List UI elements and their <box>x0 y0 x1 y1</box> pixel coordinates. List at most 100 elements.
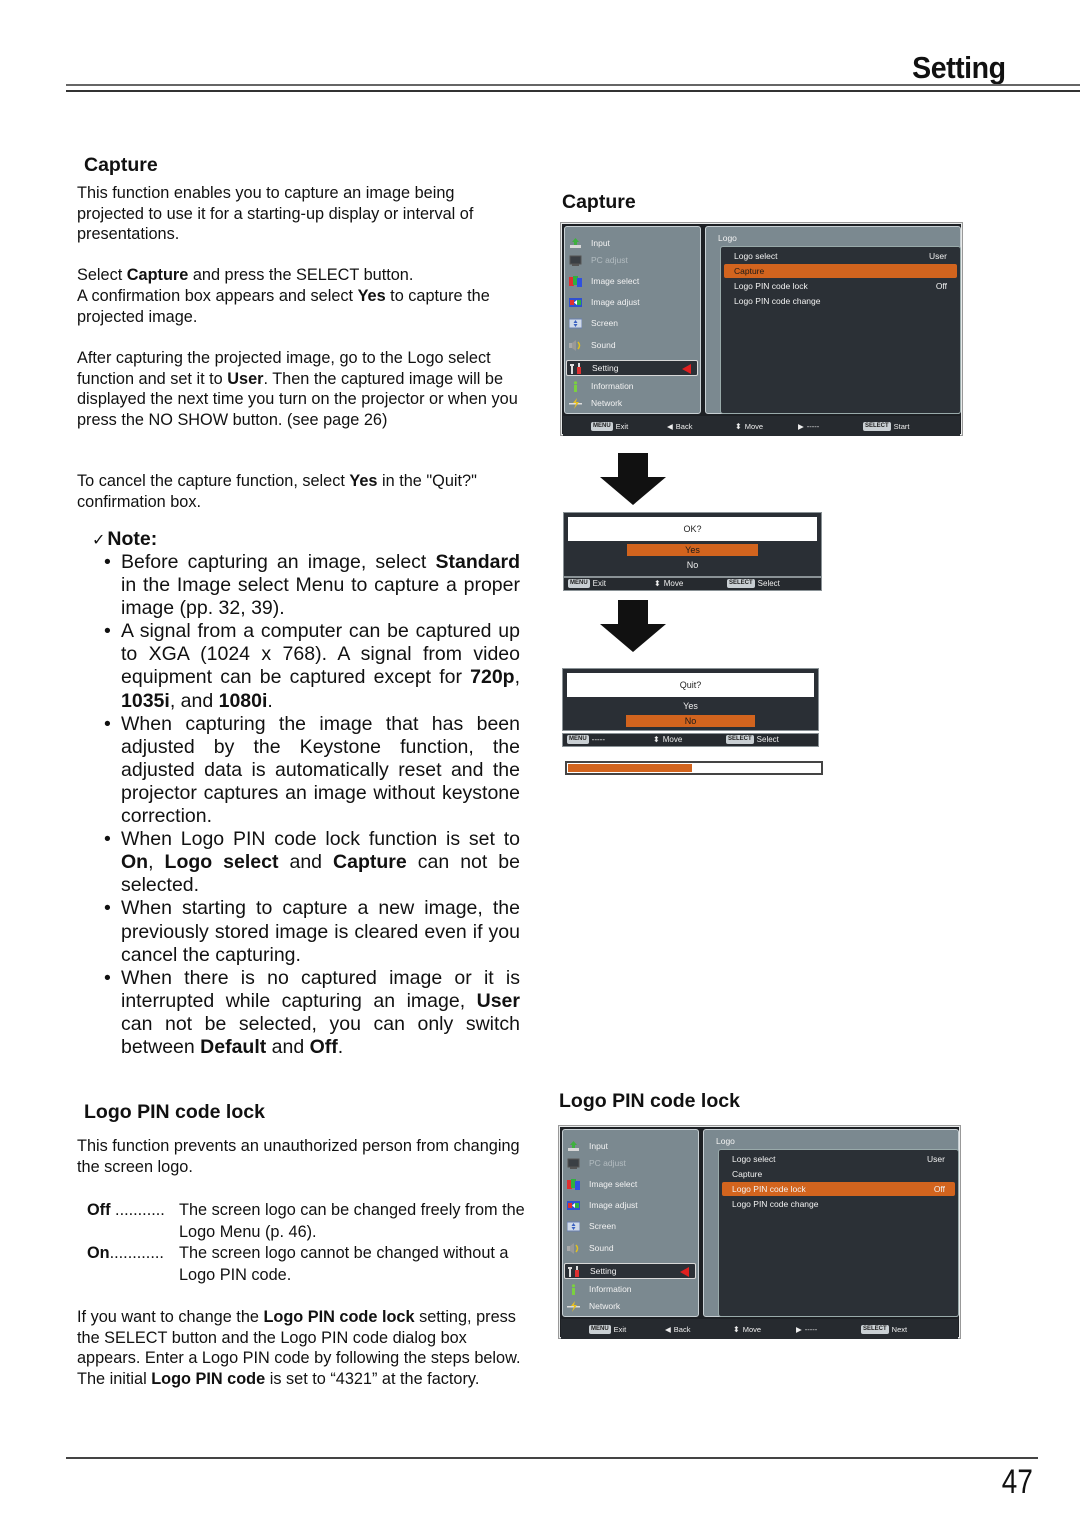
capture-progress-bar <box>565 761 823 775</box>
main-menu-item-pc-adjust[interactable]: PC adjust <box>567 1155 626 1171</box>
main-menu-item-image-select[interactable]: Image select <box>567 1176 637 1192</box>
submenu-item-capture[interactable]: Capture <box>722 1167 955 1181</box>
header-rule <box>66 84 1080 86</box>
selection-arrow-icon <box>680 1267 689 1277</box>
submenu-item-logo-pin-code-change[interactable]: Logo PIN code change <box>722 1197 955 1211</box>
main-menu-item-information[interactable]: Information <box>569 378 634 394</box>
footer-label: ----- <box>804 1324 818 1334</box>
submenu-title: Logo <box>716 1136 735 1146</box>
main-menu-item-sound[interactable]: Sound <box>567 1240 614 1256</box>
menu-key-icon: MENU <box>591 421 613 431</box>
capture-section-title: Capture <box>84 154 158 176</box>
footer-label: Start <box>893 421 910 431</box>
submenu-item-value: User <box>929 251 947 261</box>
main-menu-item-image-select[interactable]: Image select <box>569 273 639 289</box>
main-menu-item-network[interactable]: Network <box>569 395 622 411</box>
pin-figure-title: Logo PIN code lock <box>559 1090 740 1112</box>
submenu-item-label: Logo select <box>732 1154 776 1164</box>
dialog-no-option[interactable]: No <box>626 715 755 727</box>
select-key-icon: SELECT <box>863 421 891 431</box>
footer-label: Next <box>891 1324 908 1334</box>
footer-label: Back <box>675 421 693 431</box>
submenu-item-logo-pin-code-lock[interactable]: Logo PIN code lock Off <box>724 279 957 293</box>
submenu-item-logo-pin-code-change[interactable]: Logo PIN code change <box>724 294 957 308</box>
capture-paragraph: This function enables you to capture an … <box>77 184 474 244</box>
footer-left: ----- <box>591 735 605 744</box>
submenu-title: Logo <box>718 233 737 243</box>
selection-arrow-icon <box>682 364 691 374</box>
dialog-yes-option[interactable]: Yes <box>627 544 758 556</box>
main-menu-item-information[interactable]: Information <box>567 1281 632 1297</box>
main-menu-item-sound[interactable]: Sound <box>569 337 616 353</box>
note-label: Note: <box>107 528 158 550</box>
ok-dialog: OK? Yes No <box>563 512 822 577</box>
submenu-list: Logo select User Capture Logo PIN code lock… <box>720 246 961 414</box>
footer-right: ▶ ----- <box>798 422 819 431</box>
main-menu-item-image-adjust[interactable]: Image adjust <box>569 294 640 310</box>
network-icon <box>567 1300 580 1312</box>
footer-back: ◀ Back <box>667 422 692 431</box>
footer-right: ▶ ----- <box>796 1325 817 1334</box>
footer-label: Move <box>744 421 764 431</box>
main-menu-item-network[interactable]: Network <box>567 1298 620 1314</box>
quit-dialog: Quit? Yes No <box>562 668 819 731</box>
menu-key-icon: MENU <box>589 1324 611 1334</box>
main-menu-item-image-adjust[interactable]: Image adjust <box>567 1197 638 1213</box>
image-adjust-icon <box>569 297 582 308</box>
main-menu-item-screen[interactable]: Screen <box>568 315 618 331</box>
information-icon <box>569 380 582 392</box>
submenu-item-value: User <box>927 1154 945 1164</box>
right-arrow-icon: ▶ <box>798 421 804 431</box>
up-down-icon: ⬍ <box>733 1324 740 1334</box>
footer-label: ----- <box>806 421 820 431</box>
left-arrow-icon: ◀ <box>667 421 673 431</box>
submenu-item-label: Logo PIN code change <box>734 296 821 306</box>
menu-item-label: Sound <box>591 340 616 350</box>
menu-item-label: Sound <box>589 1243 614 1253</box>
submenu-item-capture[interactable]: Capture <box>724 264 957 278</box>
main-menu-item-input[interactable]: Input <box>567 1138 608 1154</box>
note-item: When there is no captured image or it is… <box>104 967 520 1059</box>
osd-frame: Input PC adjust Image select Image adjust Sc… <box>560 1127 959 1339</box>
main-menu-item-screen[interactable]: Screen <box>566 1218 616 1234</box>
submenu-item-logo-select[interactable]: Logo select User <box>722 1152 955 1166</box>
capture-paragraph: Select Capture and press the SELECT butt… <box>77 266 414 284</box>
menu-item-label: Input <box>591 238 610 248</box>
option-description: The screen logo cannot be changed withou… <box>179 1244 509 1284</box>
dialog-no-option[interactable]: No <box>627 559 758 571</box>
menu-key-icon: MENU <box>567 735 589 744</box>
submenu-item-logo-pin-code-lock[interactable]: Logo PIN code lock Off <box>722 1182 955 1196</box>
footer-label: Move <box>742 1324 762 1334</box>
sound-icon <box>569 339 582 351</box>
osd-menu-pin: Input PC adjust Image select Image adjust Sc… <box>558 1125 961 1339</box>
footer-label: Exit <box>615 421 629 431</box>
sound-icon <box>567 1242 580 1254</box>
pin-closing-paragraph: If you want to change the Logo PIN code … <box>77 1308 521 1388</box>
pin-section-title: Logo PIN code lock <box>84 1101 265 1123</box>
menu-item-label: Network <box>589 1301 621 1311</box>
menu-item-label: PC adjust <box>591 255 628 265</box>
main-menu-item-setting[interactable]: Setting <box>566 360 698 376</box>
main-menu-item-pc-adjust[interactable]: PC adjust <box>569 252 628 268</box>
information-icon <box>567 1283 580 1295</box>
note-list: Before capturing an image, select Standa… <box>104 551 520 1059</box>
submenu-panel: Logo Logo select User Capture Logo PIN code … <box>705 226 961 414</box>
menu-item-label: Network <box>591 398 623 408</box>
dialog-yes-option[interactable]: Yes <box>626 700 755 712</box>
menu-item-label: Information <box>589 1284 632 1294</box>
note-item: When starting to capture a new image, th… <box>104 897 520 966</box>
menu-item-label: Input <box>589 1141 608 1151</box>
setting-icon <box>570 362 583 374</box>
footer-back: ◀ Back <box>665 1325 690 1334</box>
check-icon: ✓ <box>92 532 106 549</box>
main-menu-item-input[interactable]: Input <box>569 235 610 251</box>
image-adjust-icon <box>567 1200 580 1211</box>
up-down-icon: ⬍ <box>735 421 742 431</box>
footer-exit: Exit <box>592 579 607 588</box>
main-menu-panel: Input PC adjust Image select Image adjust Sc… <box>564 226 701 414</box>
up-down-icon: ⬍ <box>653 735 660 744</box>
input-icon <box>567 1140 580 1152</box>
note-item: A signal from a computer can be captured… <box>104 620 520 712</box>
main-menu-item-setting[interactable]: Setting <box>564 1263 696 1279</box>
submenu-item-logo-select[interactable]: Logo select User <box>724 249 957 263</box>
